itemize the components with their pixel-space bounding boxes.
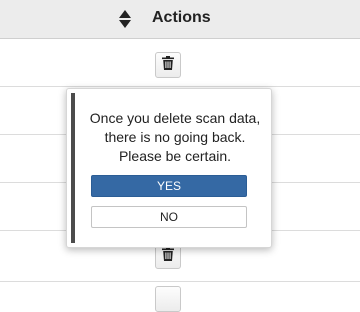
actions-column-header: Actions	[152, 9, 211, 26]
table-header: Actions	[0, 0, 360, 39]
trash-icon	[162, 246, 174, 266]
trash-icon	[162, 55, 174, 75]
sort-up-down-icon[interactable]	[116, 8, 134, 30]
delete-confirm-popover: Once you delete scan data, there is no g…	[66, 88, 272, 248]
confirm-message: Once you delete scan data, there is no g…	[89, 110, 261, 164]
popover-accent-bar	[71, 93, 75, 243]
confirm-no-button[interactable]: NO	[91, 206, 247, 228]
confirm-yes-button[interactable]: YES	[91, 175, 247, 197]
delete-button[interactable]	[155, 286, 181, 312]
delete-button[interactable]	[155, 52, 181, 78]
